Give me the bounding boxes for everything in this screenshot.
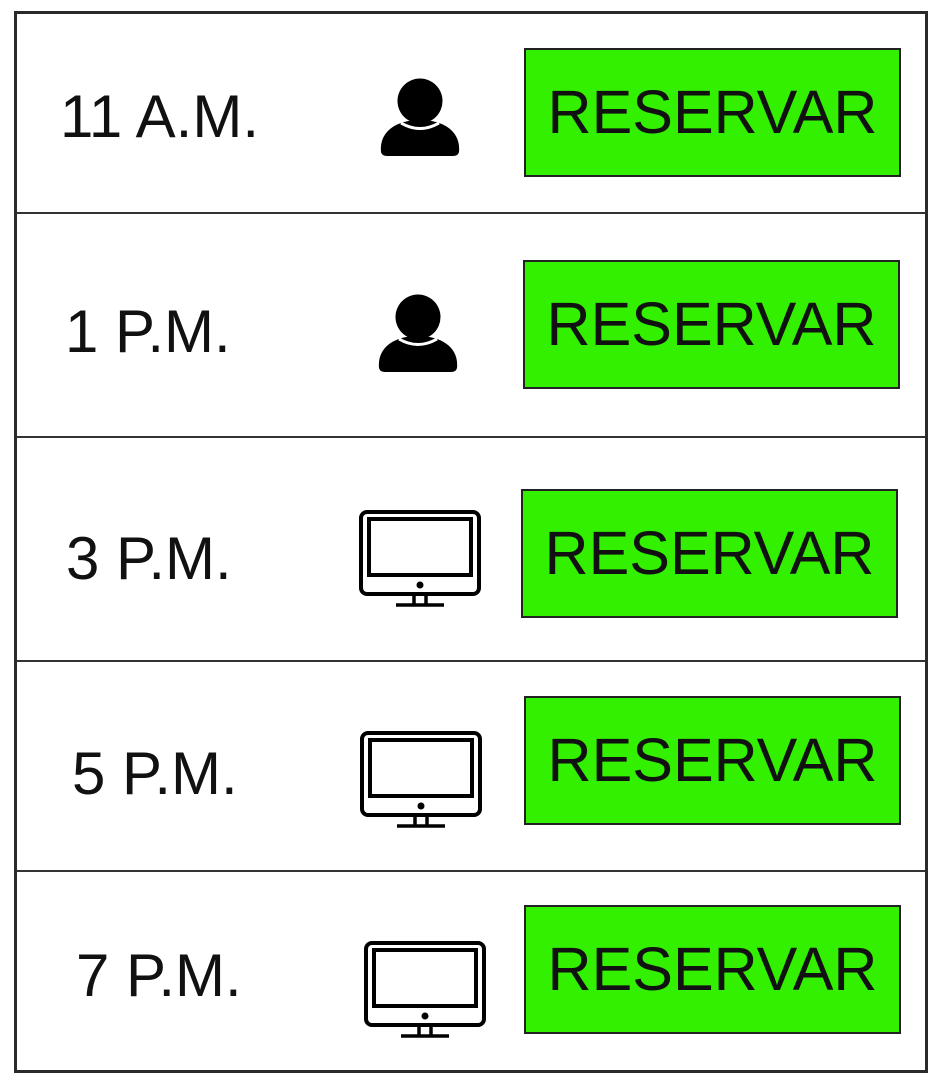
- slot-row: 3 P.M. RESERVAR: [17, 438, 925, 660]
- person-icon: [375, 292, 461, 374]
- person-icon: [377, 76, 463, 158]
- slot-row: 5 P.M. RESERVAR: [17, 662, 925, 870]
- slot-row: 1 P.M. RESERVAR: [17, 214, 925, 438]
- reserve-button[interactable]: RESERVAR: [524, 905, 901, 1034]
- slot-time: 1 P.M.: [65, 298, 231, 365]
- slot-row: 7 P.M. RESERVAR: [17, 872, 925, 1070]
- monitor-icon: [359, 729, 483, 829]
- reservation-schedule: 11 A.M. RESERVAR 1 P.M. RESERVAR 3 P.M.: [14, 11, 928, 1073]
- monitor-icon: [358, 508, 482, 608]
- slot-time: 5 P.M.: [72, 740, 238, 807]
- reserve-button[interactable]: RESERVAR: [521, 489, 898, 618]
- slot-row: 11 A.M. RESERVAR: [17, 14, 925, 214]
- reserve-button[interactable]: RESERVAR: [524, 696, 901, 825]
- slot-time: 3 P.M.: [66, 525, 232, 592]
- monitor-icon: [363, 939, 487, 1039]
- reserve-button[interactable]: RESERVAR: [524, 48, 901, 177]
- slot-time: 11 A.M.: [60, 83, 259, 150]
- slot-time: 7 P.M.: [76, 942, 242, 1009]
- reserve-button[interactable]: RESERVAR: [523, 260, 900, 389]
